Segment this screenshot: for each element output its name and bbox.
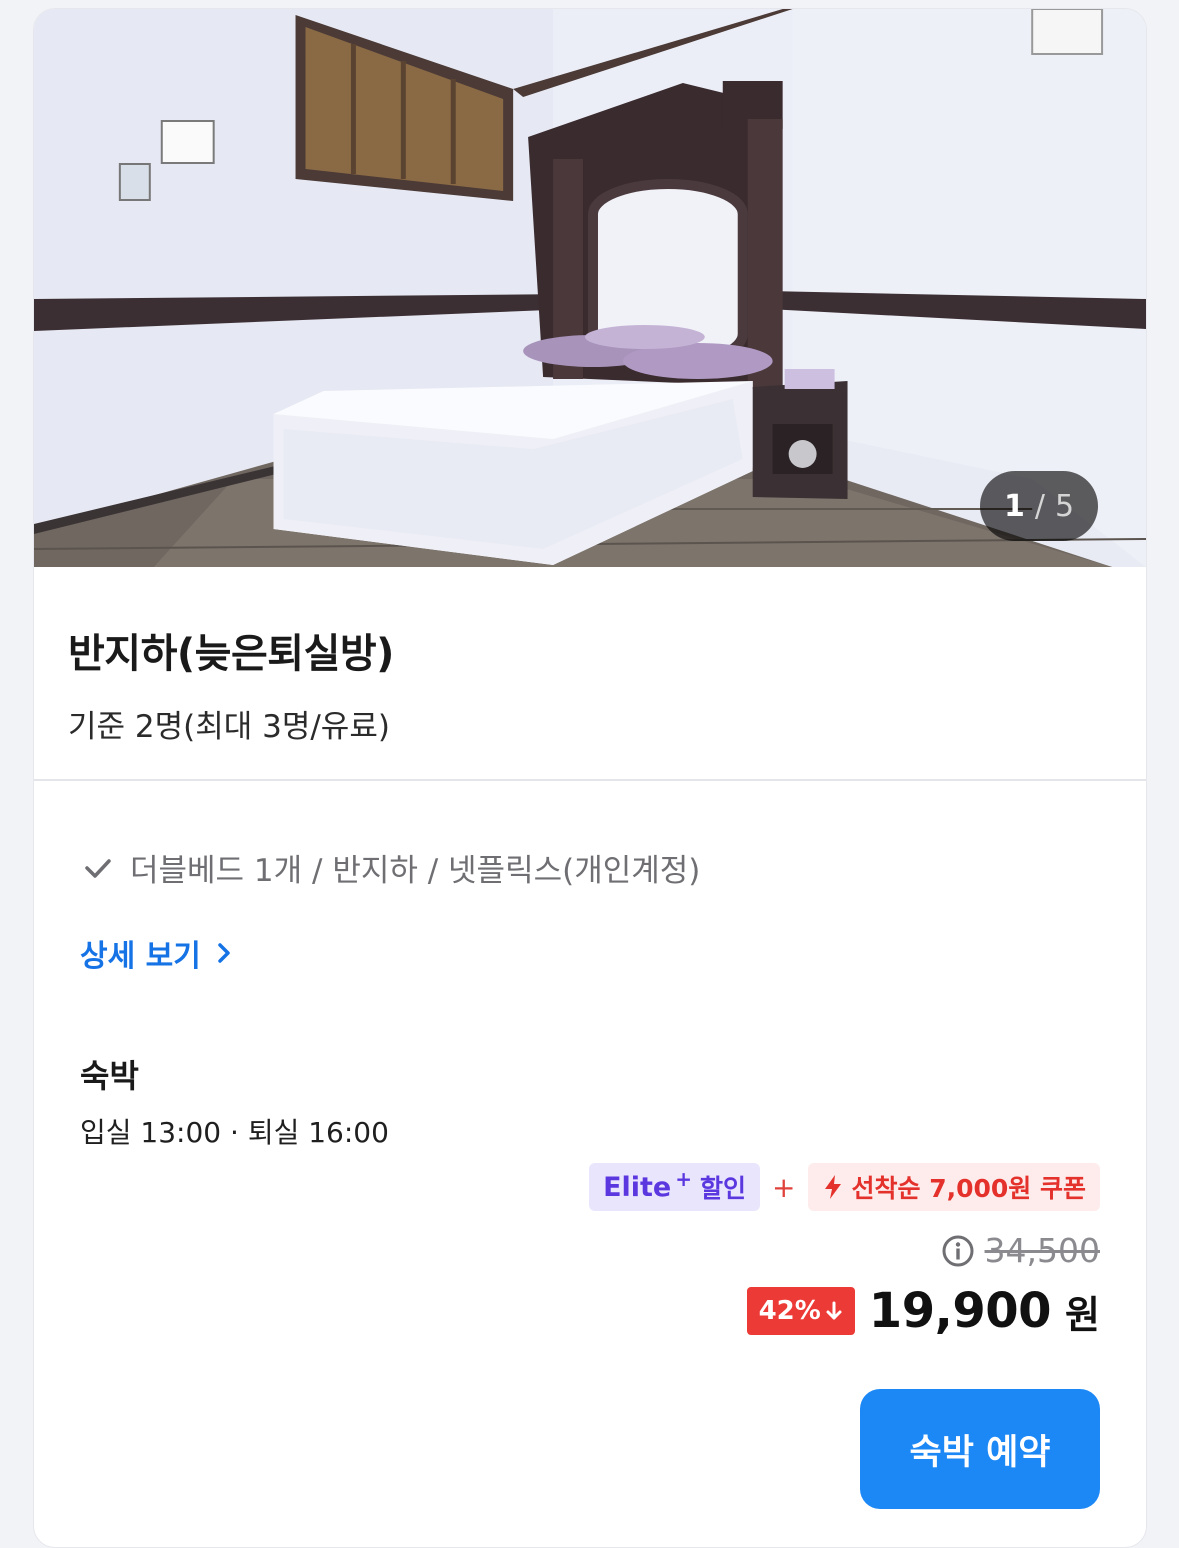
final-price: 19,900	[868, 1283, 1052, 1339]
photo-counter: 1 / 5	[980, 471, 1098, 541]
info-icon[interactable]	[941, 1234, 975, 1268]
coupon-badge: 선착순 7,000원 쿠폰	[807, 1163, 1100, 1211]
room-capacity: 기준 2명(최대 3명/유료)	[68, 709, 390, 745]
amenity-text: 더블베드 1개 / 반지하 / 넷플릭스(개인계정)	[130, 853, 701, 889]
original-price: 34,500	[984, 1231, 1100, 1270]
room-photo[interactable]: 1 / 5	[34, 9, 1146, 567]
detail-link[interactable]: 상세 보기	[80, 931, 235, 975]
detail-link-label[interactable]: 상세 보기	[80, 931, 201, 975]
room-title: 반지하(늦은퇴실방)	[68, 631, 394, 677]
coupon-badge-label: 선착순 7,000원 쿠폰	[851, 1174, 1087, 1203]
elite-badge-discount: 할인	[700, 1174, 747, 1203]
elite-discount-badge: Elite + 할인	[589, 1163, 761, 1211]
price-unit: 원	[1065, 1292, 1100, 1337]
room-card: 1 / 5 반지하(늦은퇴실방) 기준 2명(최대 3명/유료) 더블베드 1개…	[33, 8, 1147, 1548]
room-header: 반지하(늦은퇴실방) 기준 2명(최대 3명/유료)	[34, 567, 1146, 781]
elite-badge-plus: +	[675, 1167, 693, 1191]
amenity-row: 더블베드 1개 / 반지하 / 넷플릭스(개인계정)	[80, 845, 700, 890]
reserve-stay-button[interactable]: 숙박 예약	[860, 1389, 1100, 1509]
room-photo-image	[34, 9, 1146, 567]
stay-type-title: 숙박	[80, 1057, 139, 1095]
chevron-right-icon	[218, 943, 230, 963]
elite-badge-word: Elite	[603, 1171, 672, 1203]
discount-rate-badge: 42%	[746, 1287, 855, 1335]
room-details: 더블베드 1개 / 반지하 / 넷플릭스(개인계정) 상세 보기 숙박 입실 1…	[34, 781, 1146, 1547]
badge-separator: +	[772, 1170, 796, 1204]
promo-badges: Elite + 할인 + 선착순 7,000원 쿠폰	[589, 1163, 1100, 1211]
photo-counter-current: 1	[1003, 488, 1025, 524]
discount-rate: 42%	[758, 1296, 821, 1326]
check-in-out-times: 입실 13:00 · 퇴실 16:00	[80, 1116, 389, 1149]
final-price-row: 42% 19,900 원	[746, 1283, 1100, 1339]
lightning-icon	[824, 1175, 841, 1199]
photo-counter-total: 5	[1054, 488, 1075, 524]
arrow-down-icon	[826, 1301, 842, 1320]
check-icon	[85, 858, 111, 878]
photo-counter-separator: /	[1034, 488, 1045, 524]
original-price-row: 34,500	[941, 1231, 1100, 1270]
